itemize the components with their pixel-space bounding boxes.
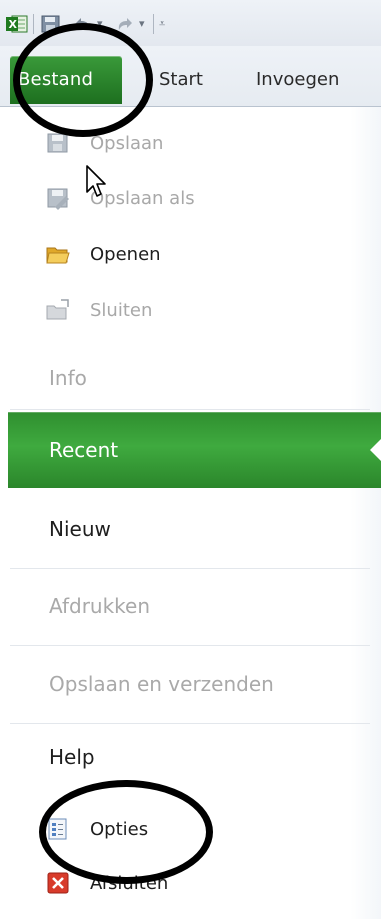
divider [10, 645, 370, 646]
annotation-ellipse-bestand [13, 23, 153, 137]
tab-start[interactable]: Start [159, 69, 203, 90]
open-folder-icon [46, 242, 70, 266]
selection-notch [370, 439, 381, 461]
redo-dropdown-icon[interactable]: ▾ [139, 17, 145, 30]
save-as-icon [46, 186, 70, 210]
cmd-opslaan-label: Opslaan [90, 132, 164, 154]
cmd-openen[interactable]: Openen [46, 237, 161, 271]
cmd-sluiten-label: Sluiten [90, 299, 153, 321]
divider [10, 409, 370, 410]
category-info[interactable]: Info [49, 366, 87, 390]
annotation-ellipse-opties [39, 780, 213, 884]
excel-icon[interactable]: X [6, 14, 28, 38]
category-afdrukken[interactable]: Afdrukken [49, 594, 150, 618]
divider [10, 723, 370, 724]
tab-invoegen[interactable]: Invoegen [256, 69, 339, 90]
category-recent[interactable]: Recent [8, 412, 381, 488]
exit-icon [46, 871, 70, 895]
cmd-opslaan-als[interactable]: Opslaan als [46, 181, 195, 215]
category-recent-label: Recent [49, 438, 119, 462]
cmd-openen-label: Openen [90, 243, 161, 265]
close-folder-icon [46, 298, 70, 322]
category-nieuw[interactable]: Nieuw [49, 517, 111, 541]
customize-toolbar-icon[interactable]: ⩡ [159, 17, 165, 31]
cmd-sluiten[interactable]: Sluiten [46, 293, 152, 327]
divider [10, 568, 370, 569]
category-opslaan-en-verzenden[interactable]: Opslaan en verzenden [49, 672, 274, 696]
toolbar-separator [33, 14, 34, 34]
mouse-cursor-icon [85, 164, 107, 202]
toolbar-separator [153, 14, 154, 34]
svg-text:X: X [9, 18, 18, 31]
category-help[interactable]: Help [49, 745, 95, 769]
